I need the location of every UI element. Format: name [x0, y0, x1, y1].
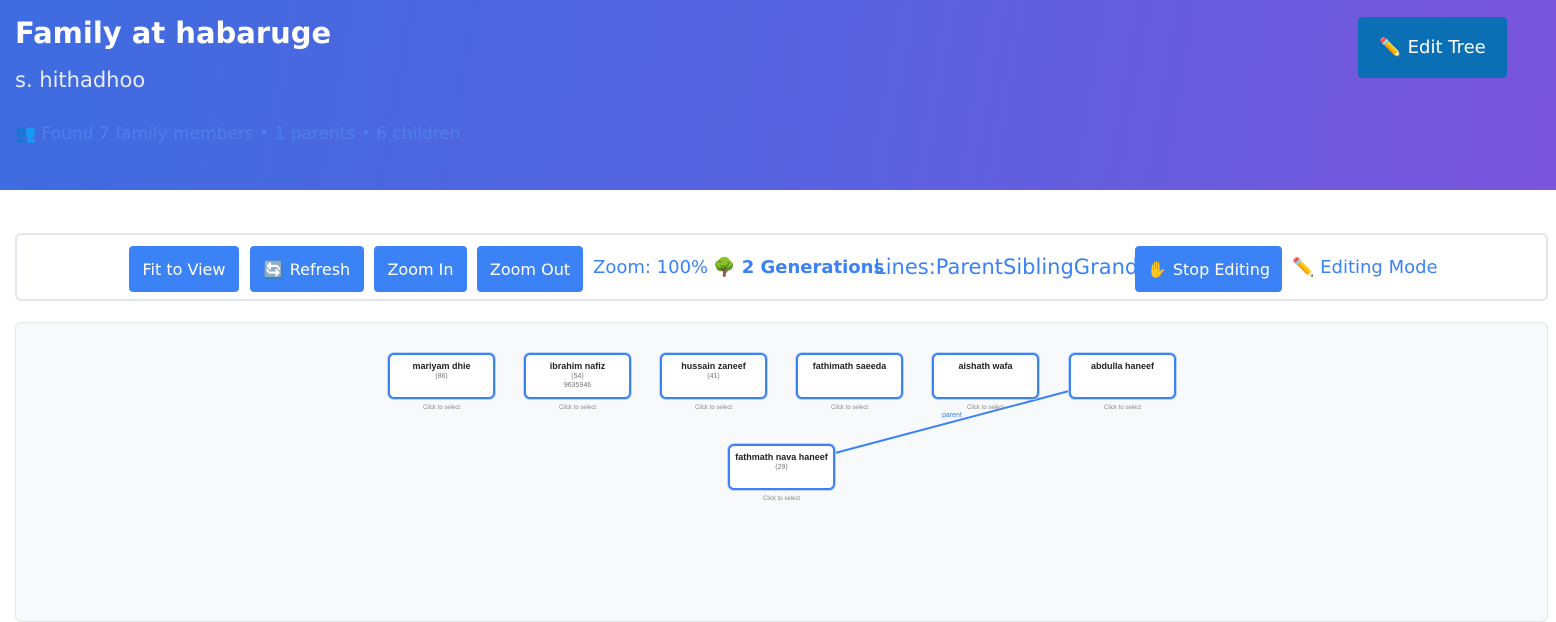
member-name: aishath wafa — [958, 361, 1013, 371]
member-card[interactable]: ibrahim nafiz (54) 9635946 — [524, 353, 631, 399]
member-card[interactable]: fathimath saeeda — [796, 353, 903, 399]
member-age: (41) — [707, 373, 720, 380]
select-hint: Click to select — [762, 496, 800, 502]
fit-to-view-button[interactable]: Fit to View — [129, 246, 239, 292]
member-name: ibrahim nafiz — [549, 361, 606, 371]
member-card[interactable]: mariyam dhie (86) — [388, 353, 495, 399]
zoom-out-button[interactable]: Zoom Out — [477, 246, 583, 292]
member-name: hussain zaneef — [681, 361, 746, 371]
family-stats: 👥 Found 7 family members • 1 parents • 6… — [15, 124, 461, 144]
select-hint: Click to select — [966, 405, 1004, 411]
edit-tree-button[interactable]: ✏️ Edit Tree — [1358, 17, 1507, 78]
stop-editing-label: Stop Editing — [1172, 259, 1271, 279]
member-name: mariyam dhie — [412, 361, 471, 371]
editing-mode-label: Editing Mode — [1320, 257, 1438, 278]
tree-toolbar: Fit to View 🔄 Refresh Zoom In Zoom Out Z… — [15, 233, 1548, 301]
tree-icon: 🌳 — [713, 257, 736, 278]
member-card[interactable]: hussain zaneef (41) — [660, 353, 767, 399]
member-name: fathimath saeeda — [812, 361, 887, 371]
page-subtitle: s. hithadhoo — [15, 68, 146, 92]
member-card[interactable]: fathmath nava haneef (29) — [728, 444, 835, 490]
member-phone: 9635946 — [563, 382, 592, 389]
zoom-in-label: Zoom In — [387, 259, 454, 279]
fit-to-view-label: Fit to View — [142, 259, 226, 279]
refresh-button[interactable]: 🔄 Refresh — [250, 246, 364, 292]
zoom-out-label: Zoom Out — [489, 259, 571, 279]
select-hint: Click to select — [558, 405, 596, 411]
refresh-label: Refresh — [289, 259, 351, 279]
connection-label: parent — [942, 412, 962, 419]
zoom-in-button[interactable]: Zoom In — [374, 246, 467, 292]
member-age: (54) — [571, 373, 584, 380]
stop-editing-button[interactable]: ✋ Stop Editing — [1135, 246, 1282, 292]
tree-canvas[interactable]: parent mariyam dhie (86) Click to select… — [15, 322, 1548, 622]
parent-connection-line — [834, 390, 1070, 454]
refresh-icon: 🔄 — [263, 259, 284, 279]
member-age: (29) — [775, 464, 788, 471]
edit-tree-label: Edit Tree — [1407, 37, 1486, 58]
page-header: Family at habaruge s. hithadhoo 👥 Found … — [0, 0, 1556, 190]
generations-label: 2 Generations — [741, 257, 885, 278]
page-title: Family at habaruge — [15, 16, 332, 50]
select-hint: Click to select — [1103, 405, 1141, 411]
pencil-icon: ✏️ — [1379, 37, 1402, 58]
select-hint: Click to select — [422, 405, 460, 411]
generations-status: 🌳 2 Generations — [713, 257, 884, 278]
member-age: (86) — [435, 373, 448, 380]
member-name: abdulla haneef — [1090, 361, 1154, 371]
zoom-status: Zoom: 100% — [593, 257, 709, 278]
member-card[interactable]: abdulla haneef — [1069, 353, 1176, 399]
select-hint: Click to select — [830, 405, 868, 411]
member-name: fathmath nava haneef — [735, 452, 828, 462]
pencil-icon: ✏️ — [1292, 257, 1315, 278]
select-hint: Click to select — [694, 405, 732, 411]
editing-mode-status: ✏️ Editing Mode — [1292, 257, 1438, 278]
member-card[interactable]: aishath wafa — [932, 353, 1039, 399]
lines-status: Lines:ParentSiblingGrand — [874, 255, 1139, 279]
hand-icon: ✋ — [1146, 259, 1167, 279]
